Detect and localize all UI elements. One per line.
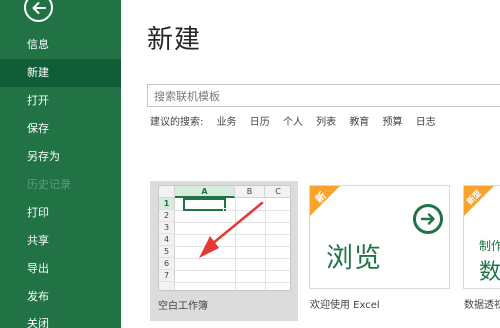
row-header-2: 2: [159, 210, 175, 222]
welcome-tour-text: 浏览: [326, 243, 382, 274]
suggested-keyword-calendar[interactable]: 日历: [250, 117, 270, 128]
nav-publish[interactable]: 发布: [0, 283, 121, 311]
template-label-blank-workbook: 空白工作簿: [158, 301, 208, 312]
column-header-c: C: [265, 186, 290, 198]
suggested-searches: 建议的搜索: 业务 日历 个人 列表 教育 预算 日志: [150, 116, 436, 130]
suggested-keyword-business[interactable]: 业务: [217, 117, 237, 128]
nav-info[interactable]: 信息: [0, 31, 121, 59]
row-header-3: 3: [159, 222, 175, 234]
row-header-7: 7: [159, 270, 175, 282]
nav-share[interactable]: 共享: [0, 227, 121, 255]
back-arrow-icon: [32, 2, 46, 14]
nav-print[interactable]: 打印: [0, 199, 121, 227]
nav-close[interactable]: 关闭: [0, 310, 121, 328]
pivot-small-text: 制作: [479, 239, 500, 253]
template-pivot-table[interactable]: 新型 制作 数: [463, 185, 500, 289]
suggested-keyword-personal[interactable]: 个人: [283, 117, 303, 128]
template-search-input[interactable]: [148, 86, 500, 107]
template-search-box[interactable]: [147, 84, 500, 107]
gridline: [265, 198, 266, 290]
gridline: [175, 258, 290, 259]
backstage-sidebar: 信息 新建 打开 保存 另存为 历史记录 打印 共享 导出 发布 关闭: [0, 0, 121, 328]
template-label-welcome: 欢迎使用 Excel: [310, 300, 380, 311]
gridline: [175, 270, 290, 271]
gridline: [175, 246, 290, 247]
nav-save[interactable]: 保存: [0, 115, 121, 143]
back-button[interactable]: [24, 0, 53, 22]
suggested-searches-label: 建议的搜索:: [150, 117, 204, 128]
suggested-keyword-education[interactable]: 教育: [349, 117, 369, 128]
gridline: [175, 234, 290, 235]
active-cell-a1: [183, 198, 226, 211]
nav-save-as[interactable]: 另存为: [0, 143, 121, 171]
row-header-4: 4: [159, 234, 175, 246]
row-header-1: 1: [159, 198, 175, 210]
page-title: 新建: [147, 25, 202, 55]
gridline: [175, 222, 290, 223]
blank-sheet-preview: A B C 1 2 3 4 5 6 7: [158, 185, 291, 291]
template-label-pivot: 数据透视表: [464, 300, 500, 311]
gridline: [175, 282, 290, 283]
suggested-keyword-list[interactable]: 列表: [316, 117, 336, 128]
gridline: [235, 198, 236, 290]
nav-export[interactable]: 导出: [0, 255, 121, 283]
column-header-a: A: [175, 186, 235, 198]
arrow-right-circle-icon: [413, 204, 443, 234]
template-blank-workbook[interactable]: A B C 1 2 3 4 5 6 7 空白工作簿: [150, 181, 298, 321]
nav-history: 历史记录: [27, 178, 71, 191]
template-welcome-to-excel[interactable]: 新 浏览: [309, 185, 450, 289]
pivot-big-text: 数: [479, 260, 500, 285]
suggested-keyword-budget[interactable]: 预算: [383, 117, 403, 128]
row-header-5: 5: [159, 246, 175, 258]
column-header-b: B: [235, 186, 265, 198]
sheet-corner: [159, 186, 175, 198]
nav-new[interactable]: 新建: [0, 59, 121, 87]
nav-open[interactable]: 打开: [0, 87, 121, 115]
fill-handle: [223, 208, 227, 212]
row-header-6: 6: [159, 258, 175, 270]
suggested-keyword-log[interactable]: 日志: [416, 117, 436, 128]
row-header-8: [159, 282, 175, 290]
